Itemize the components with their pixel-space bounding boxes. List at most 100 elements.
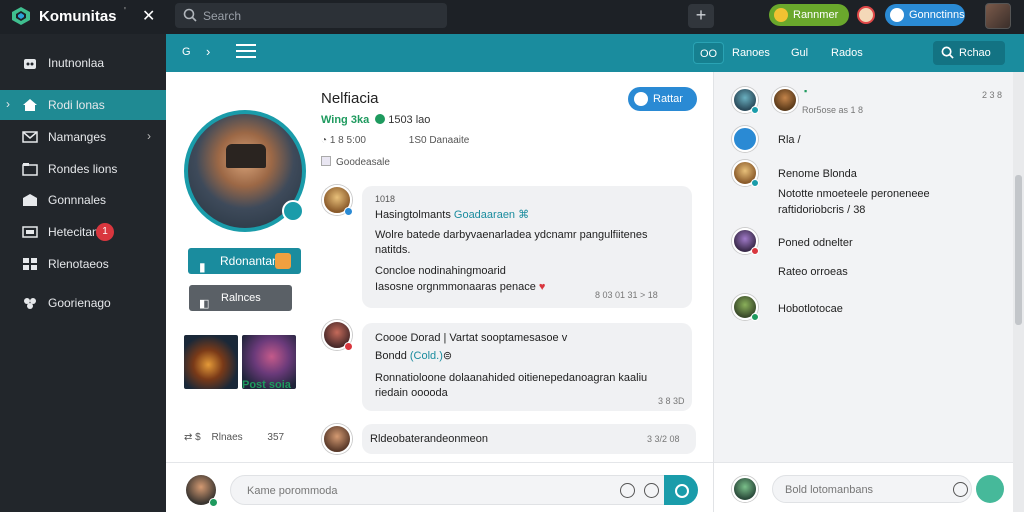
online-indicator-icon: ▪ — [804, 86, 808, 96]
sidebar-item-label: Rondes lions — [48, 162, 118, 176]
sidebar: Inutnonlaa › Rodi lonas Namanges › Ronde… — [0, 34, 166, 512]
chat-item-title[interactable]: Rla / — [778, 134, 801, 146]
feed-meta: ◔ 1 8 5:00 1S0 Danaaite — [321, 135, 469, 146]
meta-time: 1 8 5:00 — [329, 135, 366, 146]
post-title: Rldeobaterandeonmeon — [370, 433, 489, 445]
sidebar-item-home[interactable]: › Rodi lonas — [0, 90, 166, 120]
connections-button[interactable]: Gonnctinns — [885, 4, 965, 26]
status-dot-icon — [209, 498, 218, 507]
connections-label: Gonnctinns — [909, 9, 965, 21]
chat-item-title[interactable]: Hobotlotocae — [778, 303, 843, 315]
mail-icon — [22, 131, 38, 143]
category-icon — [321, 156, 331, 166]
chat-composer-field[interactable] — [772, 475, 972, 503]
chat-item-title[interactable]: Poned odnelter — [778, 237, 853, 249]
chat-avatar[interactable] — [732, 228, 759, 255]
stat-primary: Wing 3ka — [321, 114, 370, 126]
gallery-thumbnail[interactable] — [184, 335, 238, 389]
post-body-line: Concloe nodinahingmoarid — [375, 265, 506, 277]
user-avatar[interactable] — [985, 3, 1011, 29]
share-icon[interactable]: ⇄ $ — [184, 432, 201, 443]
post-body-line: Ronnatioloone dolaanahided oitienepedano… — [375, 372, 648, 384]
chat-avatar[interactable] — [732, 160, 759, 187]
composer-avatar — [732, 476, 758, 502]
post-author-avatar[interactable] — [322, 320, 353, 351]
post-body-line: Iasosne orgnmmonaaras penace ♥ — [375, 281, 545, 293]
emoji-icon[interactable] — [953, 482, 968, 497]
chat-send-button[interactable] — [976, 475, 1004, 503]
sidebar-item-label: Goorienago — [48, 296, 111, 310]
meta-members: 1S0 Danaaite — [408, 135, 470, 146]
sidebar-item-label: Gonnnales — [48, 193, 107, 207]
profile-avatar[interactable] — [184, 110, 306, 232]
post-author-avatar[interactable] — [322, 424, 352, 454]
main-header: G › OO Ranoes Gul Rados Rchao — [166, 34, 1024, 72]
post-card[interactable]: 1018 Hasingtolmants Goadaaraen ⌘ Wolre b… — [362, 186, 692, 308]
notification-emoji-icon[interactable] — [857, 6, 875, 24]
chat-composer — [714, 462, 1014, 512]
chat-input[interactable] — [785, 481, 935, 498]
feed-stats: Wing 3ka 1503 lao — [321, 114, 430, 126]
post-card[interactable]: Coooe Dorad | Vartat sooptamesasoe v Bon… — [362, 323, 692, 411]
post-author-avatar[interactable] — [322, 185, 353, 216]
primary-profile-button[interactable]: ▮ Rdonantan — [188, 248, 301, 274]
sidebar-item-messages[interactable]: Namanges › — [0, 122, 166, 152]
chat-item-title[interactable]: Renome Blonda — [778, 168, 857, 180]
composer-field[interactable] — [230, 475, 698, 505]
follow-button[interactable]: Rattar — [628, 87, 697, 111]
tab-gul[interactable]: Gul — [791, 42, 808, 64]
tab-ranoes[interactable]: Ranoes — [732, 42, 770, 64]
follow-icon — [634, 92, 648, 106]
chevron-right-icon[interactable]: › — [206, 44, 210, 59]
tab-rados[interactable]: Rados — [831, 42, 863, 64]
chat-avatar[interactable] — [772, 87, 798, 113]
chat-subheader: Ror5ose as 1 8 — [802, 105, 864, 115]
chat-avatar[interactable] — [732, 294, 759, 321]
sidebar-item-label: Rodi lonas — [48, 98, 105, 112]
sidebar-item-reports[interactable]: Rlenotaeos — [0, 249, 166, 279]
notification-count-badge: 1 — [96, 223, 114, 241]
scrollbar-thumb[interactable] — [1015, 175, 1022, 325]
feed-category: Goodeasale — [321, 156, 390, 168]
search-box[interactable] — [175, 3, 447, 28]
sidebar-item-groups[interactable]: Rondes lions — [0, 154, 166, 184]
chat-avatar[interactable] — [732, 87, 759, 114]
sidebar-item-notifications[interactable]: Hetecitan 1 — [0, 217, 166, 247]
header-search-button[interactable]: Rchao — [933, 41, 1005, 65]
composer-input[interactable] — [247, 482, 607, 499]
sidebar-item-label: Rlenotaeos — [48, 257, 109, 271]
post-card[interactable]: Rldeobaterandeonmeon 3 3/2 08 — [362, 424, 696, 454]
attach-icon[interactable] — [644, 483, 659, 498]
chat-avatar[interactable] — [732, 126, 758, 152]
rannmer-button[interactable]: Rannmer — [769, 4, 849, 26]
envelope-icon — [23, 194, 37, 206]
chat-item-line: Rateo orroeas — [778, 266, 848, 278]
category-label: Goodeasale — [336, 157, 390, 168]
post-title-link[interactable]: Goadaaraen — [454, 209, 515, 221]
secondary-profile-button[interactable]: ◧ Ralnces — [189, 285, 292, 311]
home-icon — [23, 99, 37, 111]
post-body-line: Wolre batede darbyvaenarladea ydcnamr pa… — [375, 229, 648, 241]
sidebar-header[interactable]: Inutnonlaa — [0, 48, 166, 78]
hamburger-menu-icon[interactable] — [236, 44, 256, 60]
status-dot-icon — [751, 313, 759, 321]
sidebar-item-channels[interactable]: Gonnnales — [0, 185, 166, 215]
post-timestamp: 8 03 01 31 > 18 — [595, 290, 658, 300]
group-icon[interactable]: G — [182, 46, 191, 58]
heart-icon[interactable]: ♥ — [539, 281, 546, 293]
sidebar-toggle-icon[interactable]: ✕ — [142, 6, 155, 26]
post-subtitle-link[interactable]: (Cold.) — [410, 350, 443, 362]
search-input[interactable] — [203, 7, 433, 24]
sidebar-item-settings[interactable]: Goorienago — [0, 288, 166, 318]
emoji-icon[interactable] — [620, 483, 635, 498]
clock-icon: ◔ — [321, 135, 328, 146]
stat-secondary: 1503 lao — [388, 114, 431, 126]
add-button[interactable]: + — [688, 4, 714, 28]
status-dot-icon — [751, 179, 759, 187]
view-toggle-button[interactable]: OO — [693, 42, 725, 64]
send-button[interactable] — [664, 475, 698, 505]
post-body-line: riedain ooooda — [375, 387, 448, 399]
status-dot-icon — [751, 247, 759, 255]
avatar-hat-shape — [226, 144, 266, 168]
post-title: Hasingtolmants Goadaaraen ⌘ — [375, 208, 529, 221]
